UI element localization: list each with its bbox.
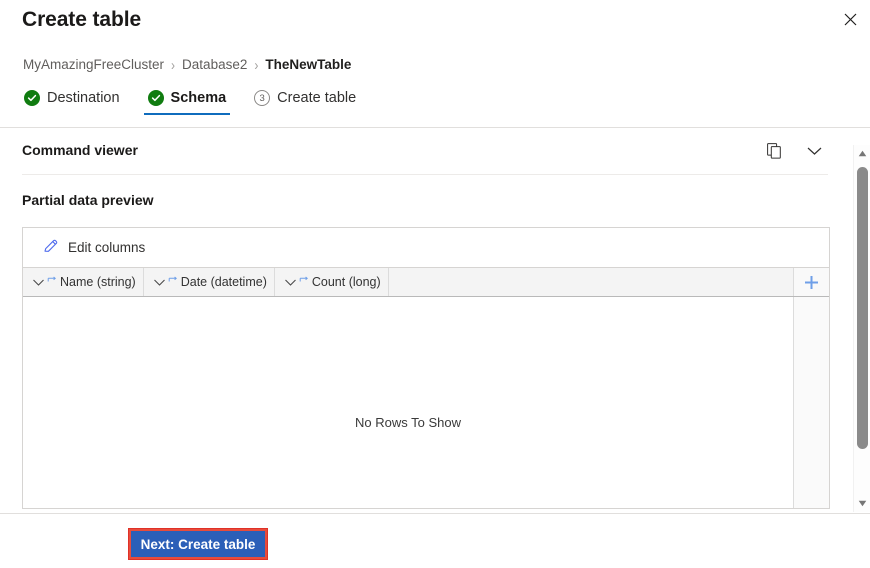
chevron-down-icon[interactable]	[153, 278, 166, 287]
pencil-icon	[43, 238, 59, 257]
grid-body-gutter	[793, 297, 829, 508]
partial-data-preview-title: Partial data preview	[22, 192, 154, 208]
copy-button[interactable]	[760, 137, 788, 165]
column-header-date-label: Date (datetime)	[180, 275, 267, 289]
dialog-footer: Previous Next: Create table Cancel	[0, 514, 870, 568]
column-header-date[interactable]: Date (datetime)	[144, 268, 275, 296]
plus-icon	[805, 275, 818, 289]
grid-header-filler	[389, 268, 793, 296]
grid-toolbar: Edit columns	[23, 228, 829, 268]
add-column-button[interactable]	[793, 268, 829, 296]
expand-command-viewer-button[interactable]	[800, 137, 828, 165]
command-viewer-label: Command viewer	[22, 142, 138, 158]
string-type-icon	[47, 276, 57, 288]
vertical-scrollbar[interactable]	[853, 145, 870, 512]
tab-schema-label: Schema	[170, 90, 227, 106]
step-number-badge: 3	[254, 90, 271, 106]
breadcrumb-separator: ›	[171, 55, 176, 74]
long-type-icon	[299, 276, 309, 288]
datetime-type-icon	[168, 276, 178, 288]
tab-schema[interactable]: Schema	[143, 90, 231, 115]
breadcrumb: MyAmazingFreeCluster › Database2 › TheNe…	[23, 57, 351, 72]
preview-scroll-region: Partial data preview Edit columns Name (…	[0, 175, 870, 512]
column-header-name[interactable]: Name (string)	[23, 268, 144, 296]
close-icon	[844, 13, 856, 25]
close-button[interactable]	[832, 2, 868, 36]
chevron-down-icon	[807, 147, 821, 155]
data-preview-grid: Edit columns Name (string) Date (datetim…	[22, 227, 830, 509]
caret-down-icon	[858, 500, 867, 507]
wizard-steps: Destination Schema 3 Create table	[20, 90, 870, 126]
next-button-highlight: Next: Create table	[128, 528, 268, 560]
breadcrumb-item-cluster[interactable]: MyAmazingFreeCluster	[23, 57, 164, 72]
caret-up-icon	[858, 150, 867, 157]
tab-create-table[interactable]: 3 Create table	[250, 90, 360, 115]
empty-state-message: No Rows To Show	[355, 415, 461, 430]
scroll-down-button[interactable]	[854, 495, 870, 512]
edit-columns-label: Edit columns	[68, 240, 146, 255]
check-circle-icon	[147, 90, 164, 106]
command-viewer-bar: Command viewer	[0, 128, 870, 175]
create-table-dialog: Create table MyAmazingFreeCluster › Data…	[0, 0, 870, 568]
grid-body: No Rows To Show	[23, 297, 829, 508]
column-header-count[interactable]: Count (long)	[275, 268, 389, 296]
breadcrumb-item-database[interactable]: Database2	[182, 57, 247, 72]
grid-header-row: Name (string) Date (datetime) Count (lon…	[23, 268, 829, 297]
next-create-table-button[interactable]: Next: Create table	[131, 531, 265, 557]
breadcrumb-separator: ›	[254, 55, 259, 74]
page-title: Create table	[22, 8, 142, 31]
column-header-name-label: Name (string)	[60, 275, 136, 289]
column-header-count-label: Count (long)	[311, 275, 381, 289]
scrollbar-thumb[interactable]	[857, 167, 868, 449]
scroll-up-button[interactable]	[854, 145, 870, 162]
tab-destination-label: Destination	[47, 90, 120, 106]
tab-create-table-label: Create table	[277, 90, 357, 106]
copy-icon	[766, 143, 781, 159]
edit-columns-button[interactable]: Edit columns	[37, 234, 151, 261]
tab-destination[interactable]: Destination	[20, 90, 124, 115]
chevron-down-icon[interactable]	[32, 278, 45, 287]
breadcrumb-item-table: TheNewTable	[265, 57, 352, 72]
chevron-down-icon[interactable]	[284, 278, 297, 287]
command-viewer-actions	[760, 137, 828, 165]
check-circle-icon	[24, 90, 40, 106]
